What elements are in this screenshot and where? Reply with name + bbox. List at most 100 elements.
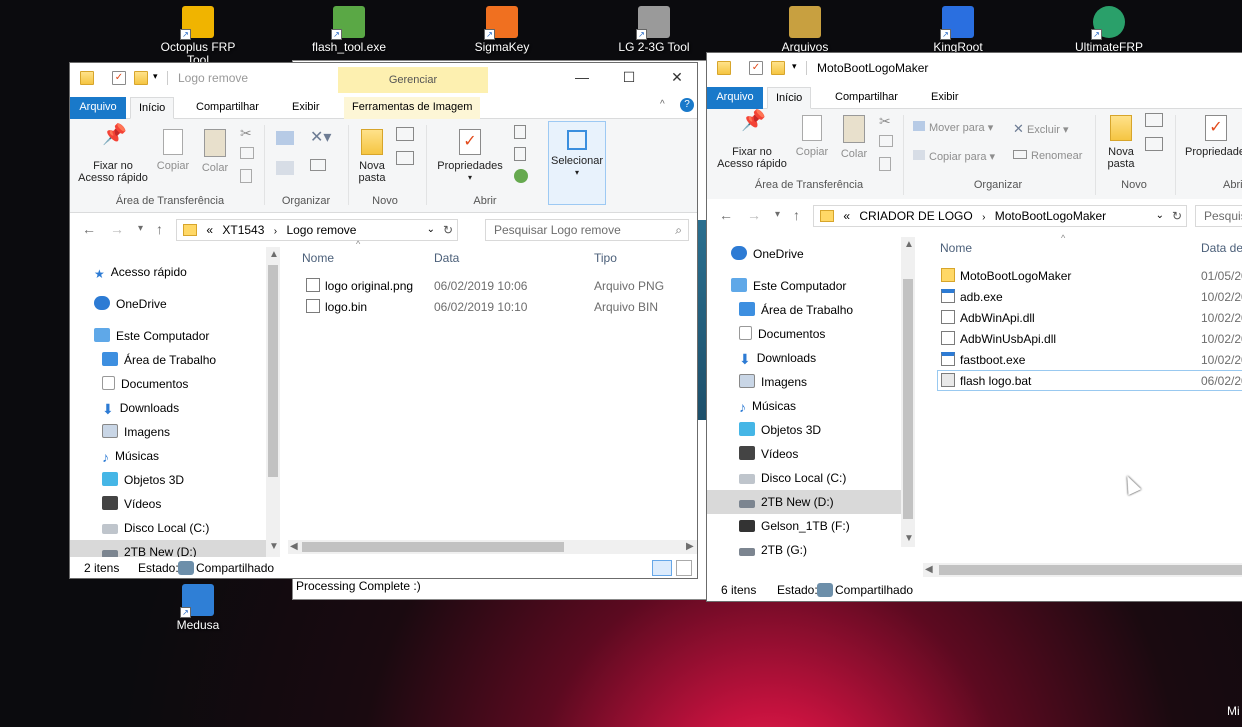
column-header-date[interactable]: Data [434,251,459,265]
context-tab-gerenciar[interactable]: Gerenciar [338,67,488,93]
nav-item-3d-objects[interactable]: Objetos 3D [102,468,184,492]
minimize-button[interactable]: — [572,67,592,87]
file-row[interactable]: fastboot.exe 10/02/20 [941,350,1242,371]
file-row[interactable]: logo.bin 06/02/2019 10:10 Arquivo BIN [306,297,696,318]
cut-icon[interactable]: ✂ [240,125,252,142]
nav-item-downloads[interactable]: ⬇ Downloads [739,346,816,370]
paste-shortcut-icon[interactable] [879,157,891,171]
maximize-button[interactable]: ☐ [619,67,639,87]
column-header-date[interactable]: Data de [1201,241,1242,255]
easy-access-icon[interactable] [396,151,414,165]
nav-item-pictures[interactable]: Imagens [739,370,807,394]
desktop-icon-ultimatefrp[interactable]: ↗ UltimateFRP [1064,2,1154,54]
new-item-icon[interactable] [1145,113,1163,127]
desktop-icon-octoplus[interactable]: ↗ Octoplus FRP Tool [153,2,243,67]
paste-shortcut-icon[interactable] [240,169,252,183]
copy-button[interactable]: Copiar [793,115,831,158]
desktop-icon-lg-tool[interactable]: ↗ LG 2-3G Tool [609,2,699,54]
desktop-icon-sigmakey[interactable]: ↗ SigmaKey [457,2,547,54]
select-button[interactable]: Selecionar ▾ [548,121,606,205]
nav-item-local-disk[interactable]: Disco Local (C:) [102,516,209,540]
horizontal-scrollbar[interactable]: ◀ [923,563,1242,577]
nav-scrollbar[interactable]: ▲ ▼ [266,247,280,557]
address-dropdown-icon[interactable]: ⌄ [427,220,435,240]
close-button[interactable]: ✕ [667,67,687,87]
tab-exibir[interactable]: Exibir [284,97,328,119]
nav-item-drive-d[interactable]: 2TB New (D:) [707,490,901,514]
desktop-icon-flash-tool[interactable]: ↗ flash_tool.exe [304,2,394,54]
address-part-motobootlogomaker[interactable]: MotoBootLogoMaker [995,209,1106,223]
new-folder-button[interactable]: Nova pasta [1101,115,1141,170]
file-row[interactable]: AdbWinApi.dll 10/02/20 [941,308,1242,329]
paste-button[interactable]: Colar [198,129,232,174]
column-header-name[interactable]: Nome [940,241,972,255]
copy-path-icon[interactable] [879,135,893,147]
rename-icon[interactable] [310,159,326,171]
rename-button[interactable]: Renomear [1013,150,1082,162]
refresh-icon[interactable]: ↻ [443,220,453,240]
nav-item-this-pc[interactable]: Este Computador [94,324,209,348]
copy-to-button[interactable]: Copiar para ▾ [913,150,995,163]
title-bar[interactable]: ✓ ▾ Logo remove Gerenciar — ☐ ✕ [70,63,697,93]
address-dropdown-icon[interactable]: ⌄ [1156,206,1164,226]
back-arrow-icon[interactable]: ← [82,221,96,237]
horizontal-scrollbar[interactable]: ◀ ▶ [288,540,697,554]
scroll-thumb[interactable] [939,565,1242,575]
paste-button[interactable]: Colar [837,115,871,160]
copy-to-icon[interactable] [276,161,294,175]
desktop-icon-kingroot[interactable]: ↗ KingRoot [913,2,1003,54]
explorer-window-logo-remove[interactable]: ✓ ▾ Logo remove Gerenciar — ☐ ✕ Arquivo … [69,62,698,579]
desktop-icon-medusa[interactable]: ↗ Medusa [153,580,243,632]
up-arrow-icon[interactable]: ↑ [793,207,800,223]
new-item-icon[interactable] [396,127,414,141]
move-to-button[interactable]: Mover para ▾ [913,121,993,134]
nav-item-music[interactable]: ♪ Músicas [739,394,796,418]
nav-item-3d-objects[interactable]: Objetos 3D [739,418,821,442]
search-input[interactable]: Pesquisar Logo remove ⌕ [485,219,689,241]
properties-quick-icon[interactable]: ✓ [112,71,126,85]
scroll-up-icon[interactable]: ▲ [269,249,279,260]
address-bar[interactable]: « XT1543 › Logo remove ⌄ ↻ [176,219,458,241]
address-part-logo-remove[interactable]: Logo remove [286,223,356,237]
nav-item-videos[interactable]: Vídeos [739,442,798,466]
nav-item-this-pc[interactable]: Este Computador [731,274,846,298]
nav-item-onedrive[interactable]: OneDrive [731,242,804,266]
new-folder-quick-icon[interactable] [134,71,148,85]
nav-item-pictures[interactable]: Imagens [102,420,170,444]
recent-dropdown-icon[interactable]: ▾ [138,223,143,234]
nav-item-desktop[interactable]: Área de Trabalho [102,348,216,372]
large-icons-view-icon[interactable] [676,560,692,576]
properties-button[interactable]: ✓ Propriedades [1181,115,1242,158]
nav-item-downloads[interactable]: ⬇ Downloads [102,396,179,420]
search-input[interactable]: Pesquis [1195,205,1242,227]
file-row[interactable]: MotoBootLogoMaker 01/05/20 [941,266,1242,287]
collapse-ribbon-icon[interactable]: ^ [660,99,665,110]
breadcrumb-chevron-icon[interactable]: › [982,212,985,223]
tab-arquivo[interactable]: Arquivo [70,97,126,119]
nav-item-documents[interactable]: Documentos [102,372,188,396]
address-overflow[interactable]: « [843,209,850,223]
scroll-down-icon[interactable]: ▼ [904,533,914,544]
scroll-thumb[interactable] [268,265,278,477]
breadcrumb-chevron-icon[interactable]: › [274,226,277,237]
nav-item-documents[interactable]: Documentos [739,322,825,346]
scroll-thumb[interactable] [302,542,564,552]
edit-icon[interactable] [514,147,526,161]
delete-button[interactable]: ✕ Excluir ▾ [1013,121,1069,137]
column-header-name[interactable]: Nome [302,251,334,265]
tab-compartilhar[interactable]: Compartilhar [188,97,267,119]
title-bar[interactable]: ✓ ▾ MotoBootLogoMaker [707,53,1242,83]
recent-dropdown-icon[interactable]: ▾ [775,209,780,220]
move-to-icon[interactable] [276,131,294,145]
details-view-icon[interactable] [652,560,672,576]
nav-item-local-disk[interactable]: Disco Local (C:) [739,466,846,490]
nav-item-videos[interactable]: Vídeos [102,492,161,516]
properties-button[interactable]: ✓ Propriedades ▾ [432,129,508,184]
scroll-left-icon[interactable]: ◀ [290,541,298,552]
file-row[interactable]: AdbWinUsbApi.dll 10/02/20 [941,329,1242,350]
quick-access-dropdown-icon[interactable]: ▾ [153,71,158,82]
delete-icon[interactable]: ✕▾ [310,127,331,147]
copy-button[interactable]: Copiar [154,129,192,172]
nav-item-quick-access[interactable]: ★ Acesso rápido [94,260,187,284]
explorer-window-motobootlogomaker[interactable]: ✓ ▾ MotoBootLogoMaker Arquivo Início Com… [706,52,1242,602]
